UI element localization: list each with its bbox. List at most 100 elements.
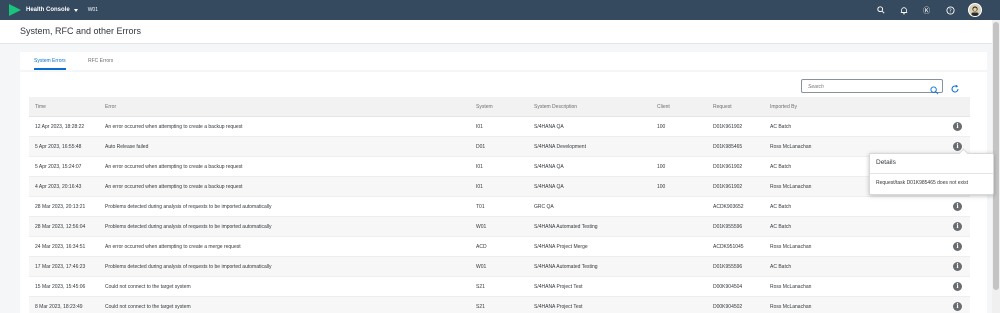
tab-system-errors[interactable]: System Errors [34, 52, 66, 70]
tab-bar: System Errors RFC Errors [20, 52, 987, 70]
cell-request: D01K961902 [713, 184, 743, 190]
cell-imported-by: AC Batch [770, 204, 792, 210]
cell-system: ACD [476, 244, 487, 250]
cell-imported-by: Ross McLanachan [770, 184, 812, 190]
cell-client: 100 [657, 164, 666, 170]
cell-error: Could not connect to the target system [105, 304, 191, 310]
cell-system-description: S/4HANA Project Test [534, 304, 583, 310]
cell-time: 8 Mar 2023, 18:23:49 [35, 304, 83, 310]
cell-system: W01 [476, 264, 487, 270]
column-header-time[interactable]: Time [35, 97, 46, 117]
table-row[interactable]: 15 Mar 2023, 15:45:06 Could not connect t… [29, 277, 970, 297]
cell-request: ACDK903652 [713, 204, 744, 210]
cell-system-description: S/4HANA Automated Testing [534, 264, 598, 270]
cell-system: I01 [476, 124, 483, 130]
cell-time: 15 Mar 2023, 15:45:06 [35, 284, 86, 290]
cell-request: D00K904502 [713, 304, 743, 310]
cell-imported-by: AC Batch [770, 164, 792, 170]
cell-request: D01K955596 [713, 224, 743, 230]
table-row[interactable]: 24 Mar 2023, 16:34:51 An error occurred w… [29, 237, 970, 257]
search-input[interactable] [808, 82, 923, 91]
info-icon[interactable]: i [953, 302, 962, 311]
page-header: System, RFC and other Errors [0, 20, 992, 44]
cell-time: 12 Apr 2023, 18:28:22 [35, 124, 85, 130]
refresh-icon[interactable] [950, 81, 960, 93]
cell-system: S21 [476, 304, 485, 310]
chevron-down-icon [73, 8, 78, 12]
cell-system: W01 [476, 224, 487, 230]
cell-request: D01K955596 [713, 264, 743, 270]
cell-request: D01K985465 [713, 144, 743, 150]
search-icon[interactable] [930, 82, 939, 95]
app-title: Health Console [26, 7, 70, 13]
info-icon[interactable]: i [953, 262, 962, 271]
cell-system-description: S/4HANA QA [534, 184, 564, 190]
cell-error: Auto Release failed [105, 144, 149, 150]
info-icon[interactable]: i [953, 122, 962, 131]
cell-error: Could not connect to the target system [105, 284, 191, 290]
table-row[interactable]: 17 Mar 2023, 17:46:23 Problems detected d… [29, 257, 970, 277]
popover-title: Details [876, 159, 896, 166]
table-header: Time Error System System Description Cli… [29, 97, 970, 117]
settings-icon[interactable]: Ⓚ [922, 5, 932, 15]
cell-client: 100 [657, 124, 666, 130]
cell-imported-by: AC Batch [770, 224, 792, 230]
cell-error: An error occurred when attempting to cre… [105, 244, 241, 250]
tab-active-indicator [34, 68, 66, 70]
table-row[interactable]: 5 Apr 2023, 16:55:48 Auto Release failed D… [29, 137, 970, 157]
cell-time: 5 Apr 2023, 16:55:48 [35, 144, 82, 150]
cell-error: Problems detected during analysis of req… [105, 264, 272, 270]
cell-request: D01K961902 [713, 124, 743, 130]
shell-actions: Ⓚ ? [876, 0, 982, 20]
help-icon[interactable]: ? [945, 5, 955, 15]
logo-icon[interactable] [9, 4, 21, 16]
cell-imported-by: Ross McLanachan [770, 284, 812, 290]
cell-system-description: S/4HANA QA [534, 124, 564, 130]
bell-icon[interactable] [899, 5, 909, 15]
column-header-error[interactable]: Error [105, 97, 116, 117]
info-icon[interactable]: i [953, 282, 962, 291]
cell-error: An error occurred when attempting to cre… [105, 164, 243, 170]
table-row[interactable]: 5 Apr 2023, 15:24:07 An error occurred wh… [29, 157, 970, 177]
info-icon[interactable]: i [953, 242, 962, 251]
cell-system: T01 [476, 204, 485, 210]
details-popover: Details Request/task D01K985465 does not… [869, 148, 994, 195]
cell-time: 28 Mar 2023, 20:13:21 [35, 204, 86, 210]
cell-error: An error occurred when attempting to cre… [105, 124, 243, 130]
column-header-client[interactable]: Client [657, 97, 670, 117]
cell-imported-by: AC Batch [770, 124, 792, 130]
search-field[interactable] [801, 79, 943, 95]
cell-system: S21 [476, 284, 485, 290]
tab-rfc-errors[interactable]: RFC Errors [88, 52, 113, 70]
cell-time: 28 Mar 2023, 12:56:04 [35, 224, 86, 230]
column-header-system-description[interactable]: System Description [534, 97, 577, 117]
cell-time: 5 Apr 2023, 15:24:07 [35, 164, 82, 170]
app-title-menu[interactable]: Health Console [26, 7, 78, 13]
column-header-system[interactable]: System [476, 97, 493, 117]
table-row[interactable]: 28 Mar 2023, 12:56:04 Problems detected d… [29, 217, 970, 237]
avatar-icon[interactable] [968, 3, 982, 17]
info-icon[interactable]: i [953, 222, 962, 231]
cell-imported-by: Ross McLanachan [770, 144, 812, 150]
cell-request: D01K961902 [713, 164, 743, 170]
column-header-imported-by[interactable]: Imported By [770, 97, 797, 117]
cell-system-description: S/4HANA Project Test [534, 284, 583, 290]
table-row[interactable]: 4 Apr 2023, 20:16:43 An error occurred wh… [29, 177, 970, 197]
search-icon[interactable] [876, 5, 886, 15]
column-header-request[interactable]: Request [713, 97, 732, 117]
info-icon[interactable]: i [953, 202, 962, 211]
table-row[interactable]: 28 Mar 2023, 20:13:21 Problems detected d… [29, 197, 970, 217]
table-row[interactable]: 8 Mar 2023, 18:23:49 Could not connect to… [29, 297, 970, 313]
cell-error: An error occurred when attempting to cre… [105, 184, 243, 190]
table-row[interactable]: 12 Apr 2023, 18:28:22 An error occurred w… [29, 117, 970, 137]
cell-time: 24 Mar 2023, 16:34:51 [35, 244, 86, 250]
cell-time: 4 Apr 2023, 20:16:43 [35, 184, 82, 190]
svg-text:Ⓚ: Ⓚ [923, 6, 930, 15]
cell-system-description: S/4HANA Automated Testing [534, 224, 598, 230]
cell-imported-by: AC Batch [770, 264, 792, 270]
cell-system: D01 [476, 144, 486, 150]
cell-request: ACDK951045 [713, 244, 744, 250]
cell-error: Problems detected during analysis of req… [105, 204, 272, 210]
system-label: W01 [87, 7, 98, 13]
svg-text:?: ? [948, 8, 951, 14]
